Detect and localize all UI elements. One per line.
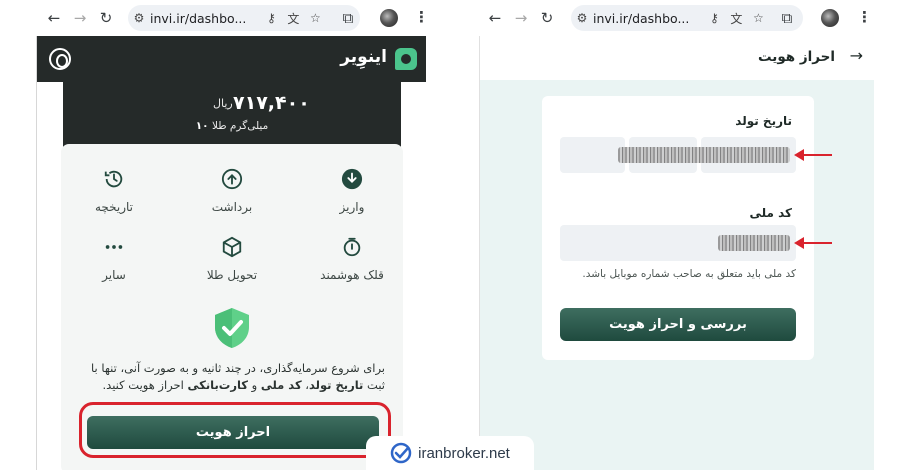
profile-avatar[interactable] xyxy=(821,9,839,27)
birth-date-label: تاریخ تولد xyxy=(735,114,792,128)
reload-icon[interactable]: ↻ xyxy=(96,8,116,28)
action-deposit[interactable]: واریز xyxy=(307,168,397,214)
balance-amount: ۷۱۷,۴۰۰ xyxy=(233,92,310,114)
action-other[interactable]: سایر xyxy=(69,236,159,282)
action-history[interactable]: تاریخچه xyxy=(69,168,159,214)
watermark-text: iranbroker.net xyxy=(418,444,510,462)
action-label: تاریخچه xyxy=(94,200,134,214)
arrow-annotation xyxy=(794,149,832,161)
action-label: برداشت xyxy=(211,200,253,214)
brand-name: اینوِیر xyxy=(340,47,387,67)
user-profile-icon[interactable] xyxy=(49,48,71,70)
piggy-icon xyxy=(343,237,361,257)
browser-menu-icon[interactable]: ⋮ xyxy=(857,8,872,26)
action-label: قلک هوشمند xyxy=(320,268,384,282)
back-icon[interactable]: ← xyxy=(44,8,64,28)
url-text: invi.ir/dashbo... xyxy=(593,10,690,26)
url-text: invi.ir/dashbo... xyxy=(150,10,247,26)
action-gold-delivery[interactable]: تحویل طلا xyxy=(187,236,277,282)
action-label: واریز xyxy=(339,200,365,214)
dashboard-view: اینوِیر ریال ۷۱۷,۴۰۰ ۱۰ میلی‌گرم طلا وار… xyxy=(36,36,426,470)
action-label: تحویل طلا xyxy=(206,268,258,282)
verify-submit-button[interactable]: بررسی و احراز هویت xyxy=(560,308,796,341)
gold-balance: ۱۰ میلی‌گرم طلا xyxy=(63,120,401,132)
address-bar[interactable]: ⚙ invi.ir/dashbo... ⚷ 文 ☆ xyxy=(128,5,360,31)
page-title: احراز هویت xyxy=(757,49,835,65)
verification-form: تاریخ تولد کد ملی کد ملی باید متعلق به ص… xyxy=(542,96,814,360)
arrow-annotation xyxy=(794,237,832,249)
kyc-national-text: کد ملی xyxy=(260,378,302,392)
check-circle-icon xyxy=(390,442,412,464)
watermark: iranbroker.net xyxy=(366,436,534,470)
national-code-hint: کد ملی باید متعلق به صاحب شماره موبایل ب… xyxy=(582,268,796,280)
address-bar[interactable]: ⚙ invi.ir/dashbo... ⚷ 文 ☆ xyxy=(571,5,803,31)
kyc-text-prefix: ثبت xyxy=(367,378,385,392)
brand-logo-icon xyxy=(395,48,417,70)
highlight-annotation xyxy=(79,402,391,458)
gold-unit: میلی‌گرم طلا xyxy=(211,120,269,132)
password-key-icon[interactable]: ⚷ xyxy=(703,11,725,25)
kyc-description: برای شروع سرمایه‌گذاری، در چند ثانیه و ب… xyxy=(79,360,385,394)
extensions-icon[interactable]: ⧉ xyxy=(777,8,797,28)
bookmark-star-icon[interactable]: ☆ xyxy=(747,11,769,25)
box-icon xyxy=(222,236,242,258)
right-browser-toolbar: ← → ↻ ⚙ invi.ir/dashbo... ⚷ 文 ☆ ⧉ ⋮ xyxy=(479,0,874,36)
action-withdraw[interactable]: برداشت xyxy=(187,168,277,214)
site-info-icon[interactable]: ⚙ xyxy=(571,11,593,25)
balance-unit: ریال xyxy=(213,97,233,110)
profile-avatar[interactable] xyxy=(380,9,398,27)
kyc-birth-text: تاریخ تولد xyxy=(309,378,364,392)
download-icon xyxy=(341,168,363,190)
browser-menu-icon[interactable]: ⋮ xyxy=(414,8,429,26)
page-header: احراز هویت → xyxy=(480,36,874,80)
action-smart-piggy[interactable]: قلک هوشمند xyxy=(307,236,397,282)
translate-icon[interactable]: 文 xyxy=(282,10,304,27)
site-info-icon[interactable]: ⚙ xyxy=(128,11,150,25)
action-label: سایر xyxy=(102,268,126,282)
forward-icon[interactable]: → xyxy=(70,8,90,28)
upload-icon xyxy=(221,168,243,190)
national-code-label: کد ملی xyxy=(749,206,792,220)
kyc-text-suffix: احراز هویت کنید. xyxy=(102,378,184,392)
shield-check-icon xyxy=(215,308,249,348)
reload-icon[interactable]: ↻ xyxy=(537,8,557,28)
extensions-icon[interactable]: ⧉ xyxy=(338,8,358,28)
kyc-and: و xyxy=(251,378,258,392)
left-browser-toolbar: ← → ↻ ⚙ invi.ir/dashbo... ⚷ 文 ☆ ⧉ ⋮ xyxy=(36,0,429,36)
translate-icon[interactable]: 文 xyxy=(725,10,747,27)
app-header: اینوِیر xyxy=(37,36,426,82)
birth-year-field[interactable] xyxy=(560,137,625,173)
kyc-bank-text: کارت‌بانکی xyxy=(187,378,248,392)
forward-icon[interactable]: → xyxy=(511,8,531,28)
bookmark-star-icon[interactable]: ☆ xyxy=(304,11,326,25)
kyc-text-line1: برای شروع سرمایه‌گذاری، در چند ثانیه و ب… xyxy=(90,361,385,375)
back-icon[interactable]: ← xyxy=(485,8,505,28)
password-key-icon[interactable]: ⚷ xyxy=(260,11,282,25)
history-icon xyxy=(104,170,123,188)
gold-amount: ۱۰ xyxy=(195,120,209,132)
more-icon xyxy=(105,245,123,249)
back-arrow-icon[interactable]: → xyxy=(850,46,863,65)
blurred-birth-date xyxy=(618,147,790,163)
blurred-national-code xyxy=(718,235,790,251)
verification-view: احراز هویت → تاریخ تولد کد ملی کد ملی با… xyxy=(479,36,874,470)
